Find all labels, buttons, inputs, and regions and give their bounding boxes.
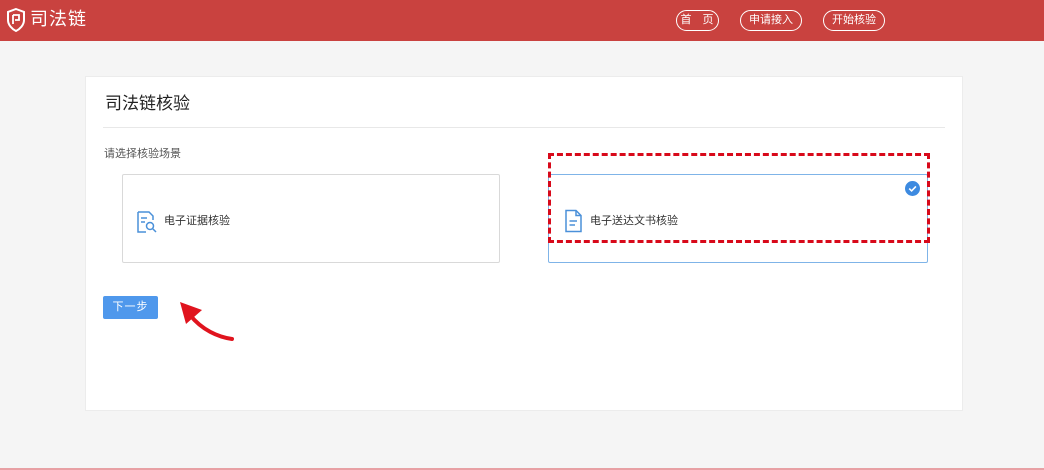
option-service-document-verify[interactable]: 电子送达文书核验: [548, 174, 928, 263]
verification-card: 司法链核验 请选择核验场景 电子证据核验 电子送达文书核验 下一步: [85, 76, 963, 411]
title-divider: [103, 127, 945, 128]
document-icon: [564, 209, 584, 237]
red-arrow-annotation: [174, 297, 234, 347]
option-label: 电子证据核验: [164, 214, 230, 227]
check-icon: [905, 181, 920, 196]
page-title: 司法链核验: [105, 94, 190, 114]
nav-start-verify-button[interactable]: 开始核验: [823, 10, 885, 31]
nav-apply-access-button[interactable]: 申请接入: [740, 10, 802, 31]
option-evidence-verify[interactable]: 电子证据核验: [122, 174, 500, 263]
document-search-icon: [136, 210, 158, 238]
next-step-button[interactable]: 下一步: [103, 296, 158, 319]
top-header: 司法链 首 页 申请接入 开始核验: [0, 0, 1044, 41]
scene-select-label: 请选择核验场景: [104, 147, 181, 160]
option-label: 电子送达文书核验: [590, 214, 678, 227]
logo-text: 司法链: [30, 9, 87, 30]
nav-home-button[interactable]: 首 页: [676, 10, 719, 31]
logo[interactable]: 司法链: [6, 8, 87, 32]
shield-logo-icon: [6, 8, 26, 32]
